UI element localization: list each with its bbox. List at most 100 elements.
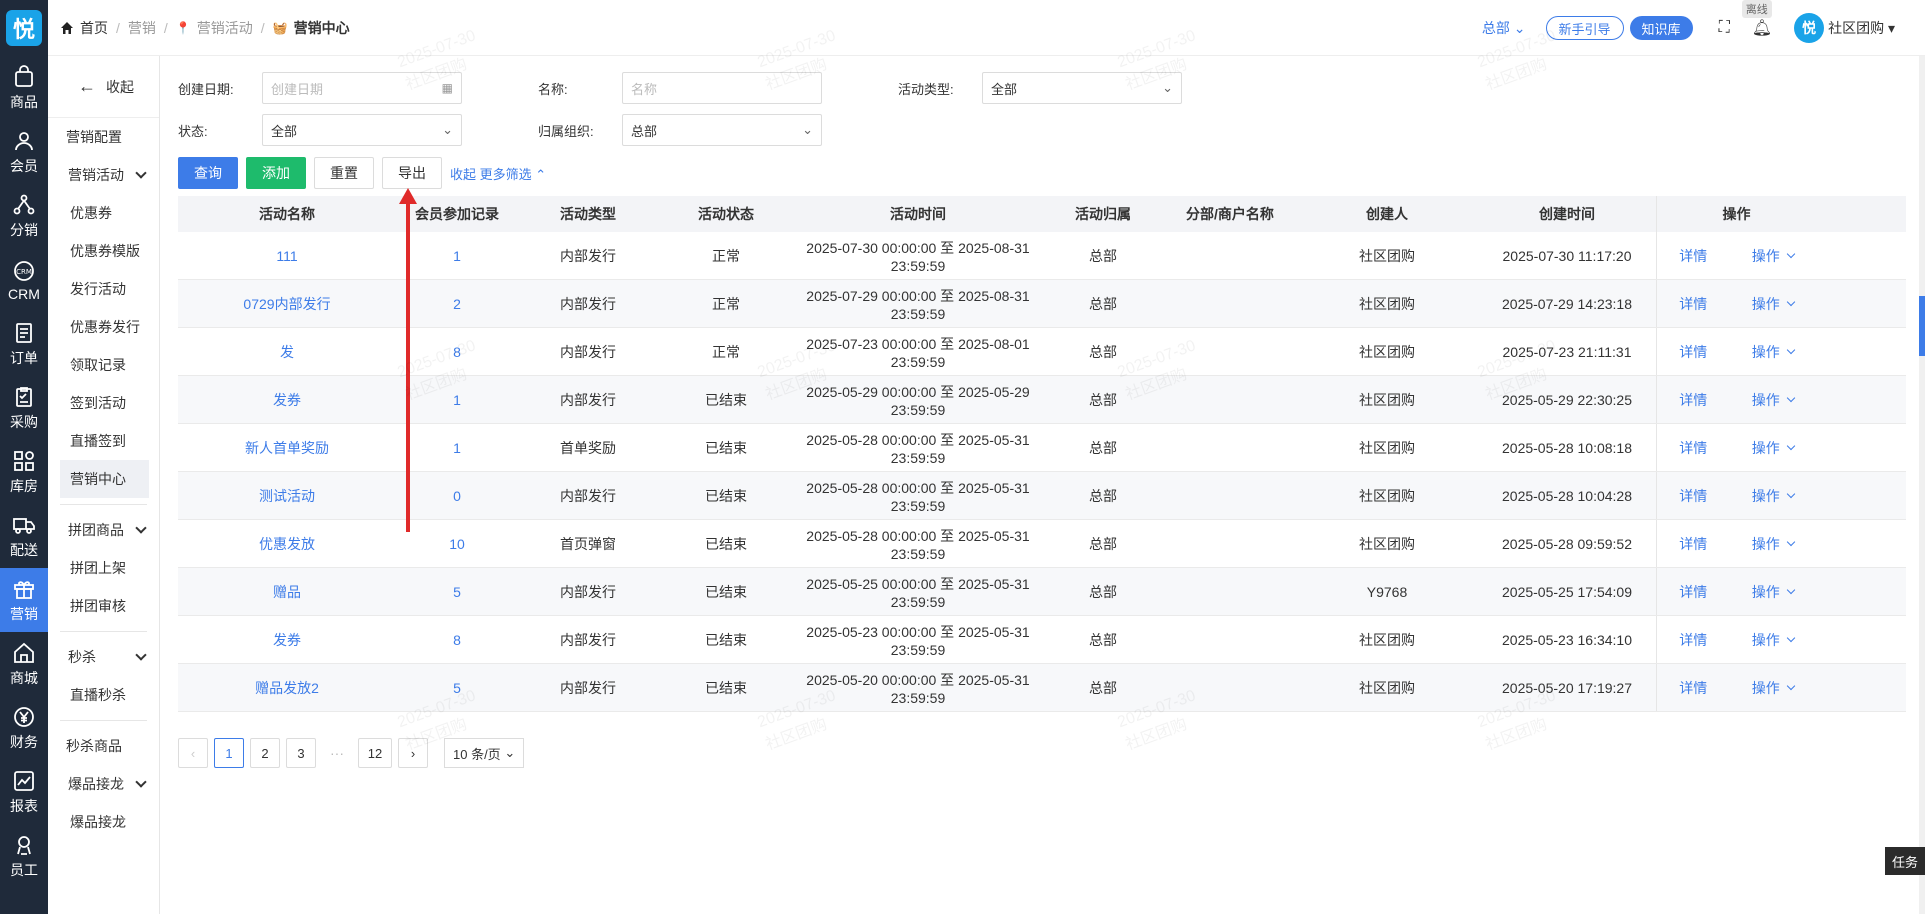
member-records-link[interactable]: 1	[396, 440, 518, 456]
submenu-group-groupbuy[interactable]: 拼团商品	[48, 511, 159, 549]
activity-name-link[interactable]: 测试活动	[178, 486, 396, 506]
nav-item-purchase[interactable]: 采购	[0, 376, 48, 440]
submenu-item[interactable]: 优惠券发行	[48, 308, 159, 346]
detail-link[interactable]: 详情	[1679, 438, 1707, 458]
breadcrumb-marketing[interactable]: 营销	[128, 18, 156, 38]
guide-button[interactable]: 新手引导	[1545, 16, 1624, 40]
member-records-link[interactable]: 1	[396, 392, 518, 408]
knowledge-base-button[interactable]: 知识库	[1629, 16, 1693, 40]
task-button[interactable]: 任务	[1885, 847, 1925, 875]
detail-link[interactable]: 详情	[1679, 390, 1707, 410]
member-records-link[interactable]: 8	[396, 344, 518, 360]
nav-item-bag[interactable]: 商品	[0, 56, 48, 120]
submenu-group-activity[interactable]: 营销活动	[48, 156, 159, 194]
member-records-link[interactable]: 2	[396, 296, 518, 312]
activity-name-link[interactable]: 优惠发放	[178, 534, 396, 554]
activity-name-link[interactable]: 发券	[178, 630, 396, 650]
member-records-link[interactable]: 10	[396, 536, 518, 552]
detail-link[interactable]: 详情	[1679, 294, 1707, 314]
reset-button[interactable]: 重置	[314, 157, 374, 189]
detail-link[interactable]: 详情	[1679, 486, 1707, 506]
submenu-item[interactable]: 爆品接龙	[48, 803, 159, 841]
member-records-link[interactable]: 0	[396, 488, 518, 504]
page-size-select[interactable]: 10 条/页 ⌄	[444, 738, 525, 768]
operation-dropdown[interactable]: 操作	[1752, 390, 1795, 410]
submenu-item[interactable]: 优惠券模版	[48, 232, 159, 270]
detail-link[interactable]: 详情	[1679, 246, 1707, 266]
submenu-item-config[interactable]: 营销配置	[48, 118, 159, 156]
submenu-item[interactable]: 优惠券	[48, 194, 159, 232]
user-menu[interactable]: 社区团购 ▾	[1828, 18, 1895, 38]
operation-dropdown[interactable]: 操作	[1752, 486, 1795, 506]
add-button[interactable]: 添加	[246, 157, 306, 189]
org-switch[interactable]: 总部 ⌄	[1482, 18, 1526, 38]
page-3-button[interactable]: 3	[286, 738, 316, 768]
operation-dropdown[interactable]: 操作	[1752, 294, 1795, 314]
detail-link[interactable]: 详情	[1679, 582, 1707, 602]
activity-name-link[interactable]: 发	[178, 342, 396, 362]
submenu-item[interactable]: 营销中心	[60, 460, 149, 498]
submenu-item-seckill-goods[interactable]: 秒杀商品	[48, 727, 159, 765]
activity-name-link[interactable]: 111	[178, 248, 396, 264]
operation-dropdown[interactable]: 操作	[1752, 246, 1795, 266]
collapse-menu-button[interactable]: ← 收起	[48, 56, 159, 118]
scrollbar-thumb[interactable]	[1919, 296, 1925, 356]
detail-link[interactable]: 详情	[1679, 342, 1707, 362]
submenu-group-seckill[interactable]: 秒杀	[48, 638, 159, 676]
member-records-link[interactable]: 5	[396, 680, 518, 696]
page-1-button[interactable]: 1	[214, 738, 244, 768]
nav-item-shop[interactable]: 商城	[0, 632, 48, 696]
detail-link[interactable]: 详情	[1679, 630, 1707, 650]
breadcrumb-home[interactable]: 首页	[60, 18, 108, 38]
breadcrumb-marketing-activity[interactable]: 📍 营销活动	[176, 18, 253, 38]
activity-name-link[interactable]: 新人首单奖励	[178, 438, 396, 458]
more-filters-toggle[interactable]: 收起 更多筛选 ⌃	[450, 164, 546, 183]
page-ellipsis[interactable]: ···	[322, 745, 352, 761]
submenu-item[interactable]: 发行活动	[48, 270, 159, 308]
nav-item-yen[interactable]: 财务	[0, 696, 48, 760]
logo[interactable]: 悦	[0, 0, 48, 56]
member-records-link[interactable]: 1	[396, 248, 518, 264]
activity-name-link[interactable]: 赠品发放2	[178, 678, 396, 698]
operation-dropdown[interactable]: 操作	[1752, 582, 1795, 602]
operation-dropdown[interactable]: 操作	[1752, 630, 1795, 650]
submenu-group-hot[interactable]: 爆品接龙	[48, 765, 159, 803]
status-select[interactable]: 全部 ⌄	[262, 114, 462, 146]
submenu-item[interactable]: 直播秒杀	[48, 676, 159, 714]
submenu-item[interactable]: 直播签到	[48, 422, 159, 460]
nav-item-order[interactable]: 订单	[0, 312, 48, 376]
operation-dropdown[interactable]: 操作	[1752, 438, 1795, 458]
query-button[interactable]: 查询	[178, 157, 238, 189]
prev-page-button[interactable]: ‹	[178, 738, 208, 768]
nav-item-staff[interactable]: 员工	[0, 824, 48, 888]
activity-name-link[interactable]: 发券	[178, 390, 396, 410]
page-2-button[interactable]: 2	[250, 738, 280, 768]
activity-name-link[interactable]: 0729内部发行	[178, 294, 396, 314]
type-select[interactable]: 全部 ⌄	[982, 72, 1182, 104]
detail-link[interactable]: 详情	[1679, 534, 1707, 554]
export-button[interactable]: 导出	[382, 157, 442, 189]
operation-dropdown[interactable]: 操作	[1752, 342, 1795, 362]
submenu-item[interactable]: 签到活动	[48, 384, 159, 422]
operation-dropdown[interactable]: 操作	[1752, 534, 1795, 554]
next-page-button[interactable]: ›	[398, 738, 428, 768]
member-records-link[interactable]: 5	[396, 584, 518, 600]
submenu-item[interactable]: 领取记录	[48, 346, 159, 384]
bell-icon[interactable]: 🔔︎ 离线	[1741, 0, 1772, 38]
nav-item-user[interactable]: 会员	[0, 120, 48, 184]
nav-item-chart[interactable]: 报表	[0, 760, 48, 824]
date-input[interactable]: 创建日期 ▦	[262, 72, 462, 104]
activity-name-link[interactable]: 赠品	[178, 582, 396, 602]
nav-item-truck[interactable]: 配送	[0, 504, 48, 568]
nav-item-share[interactable]: 分销	[0, 184, 48, 248]
nav-item-warehouse[interactable]: 库房	[0, 440, 48, 504]
nav-item-gift[interactable]: 营销	[0, 568, 48, 632]
member-records-link[interactable]: 8	[396, 632, 518, 648]
org-select[interactable]: 总部 ⌄	[622, 114, 822, 146]
submenu-item[interactable]: 拼团上架	[48, 549, 159, 587]
fullscreen-icon[interactable]: ⛶	[1719, 19, 1730, 37]
avatar[interactable]: 悦	[1794, 13, 1825, 43]
page-12-button[interactable]: 12	[358, 738, 392, 768]
submenu-item[interactable]: 拼团审核	[48, 587, 159, 625]
scrollbar[interactable]	[1919, 56, 1925, 914]
